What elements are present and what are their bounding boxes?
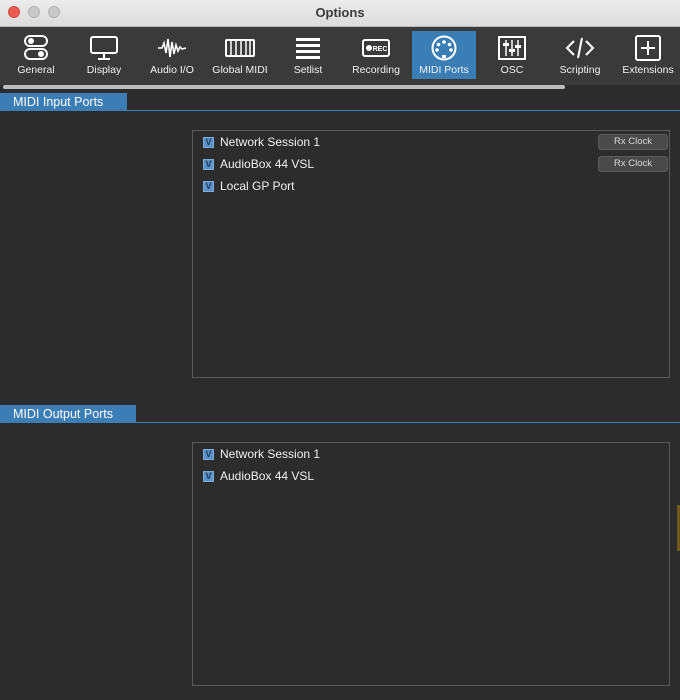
input-port-row[interactable]: V Local GP Port — [203, 177, 294, 195]
input-port-row[interactable]: V AudioBox 44 VSL — [203, 155, 314, 173]
tab-extensions[interactable]: Extensions — [616, 31, 680, 79]
port-name: Network Session 1 — [220, 135, 321, 149]
midi-input-ports-list: V Network Session 1 Rx Clock V AudioBox … — [192, 130, 670, 378]
section-divider — [0, 110, 680, 111]
port-name: Local GP Port — [220, 179, 295, 193]
tab-label: Recording — [352, 64, 400, 76]
list-icon — [296, 38, 320, 59]
midi-din-icon — [431, 35, 457, 61]
rec-badge: REC — [373, 46, 388, 53]
tab-display[interactable]: Display — [72, 31, 136, 79]
port-checkbox[interactable]: V — [203, 448, 214, 460]
output-port-row[interactable]: V Network Session 1 — [203, 445, 320, 463]
rx-clock-button[interactable]: Rx Clock — [598, 156, 668, 172]
port-name: Network Session 1 — [220, 447, 321, 461]
tab-label: MIDI Ports — [419, 64, 469, 76]
code-icon — [565, 37, 595, 59]
options-toolbar: General Display Audio I/O Global MIDI Se… — [0, 27, 680, 85]
midi-output-ports-list: V Network Session 1 V AudioBox 44 VSL — [192, 442, 670, 686]
window-title: Options — [315, 5, 365, 20]
section-divider — [0, 422, 680, 423]
output-port-row[interactable]: V AudioBox 44 VSL — [203, 467, 314, 485]
input-port-row[interactable]: V Network Session 1 — [203, 133, 320, 151]
toggles-icon — [24, 35, 48, 60]
tab-label: Scripting — [559, 64, 601, 76]
port-checkbox[interactable]: V — [203, 136, 214, 148]
port-checkbox[interactable]: V — [203, 158, 214, 170]
tab-midi-ports[interactable]: MIDI Ports — [412, 31, 476, 79]
tab-recording[interactable]: REC Recording — [344, 31, 408, 79]
port-name: AudioBox 44 VSL — [220, 469, 315, 483]
monitor-icon — [90, 36, 118, 60]
midi-input-ports-heading: MIDI Input Ports — [0, 93, 127, 111]
tab-label: Audio I/O — [150, 64, 194, 76]
tab-setlist[interactable]: Setlist — [276, 31, 340, 79]
toolbar-scrollbar[interactable] — [3, 85, 565, 89]
tab-osc[interactable]: OSC — [480, 31, 544, 79]
port-checkbox[interactable]: V — [203, 180, 214, 192]
port-name: AudioBox 44 VSL — [220, 157, 315, 171]
rec-icon: REC — [362, 39, 390, 57]
tab-label: Global MIDI — [212, 64, 268, 76]
midi-output-ports-heading: MIDI Output Ports — [0, 405, 136, 423]
tab-label: OSC — [500, 64, 524, 76]
rx-clock-button[interactable]: Rx Clock — [598, 134, 668, 150]
keyboard-icon — [225, 39, 255, 57]
tab-label: Extensions — [622, 64, 674, 76]
tab-global-midi[interactable]: Global MIDI — [208, 31, 272, 79]
tab-general[interactable]: General — [4, 31, 68, 79]
sliders-icon — [498, 36, 526, 60]
window-titlebar: Options — [0, 0, 680, 27]
plus-box-icon — [635, 35, 661, 61]
tab-scripting[interactable]: Scripting — [548, 31, 612, 79]
port-checkbox[interactable]: V — [203, 470, 214, 482]
tab-label: General — [17, 64, 55, 76]
tab-audio-io[interactable]: Audio I/O — [140, 31, 204, 79]
waveform-icon — [158, 38, 187, 58]
tab-label: Setlist — [293, 64, 323, 76]
tab-label: Display — [86, 64, 122, 76]
